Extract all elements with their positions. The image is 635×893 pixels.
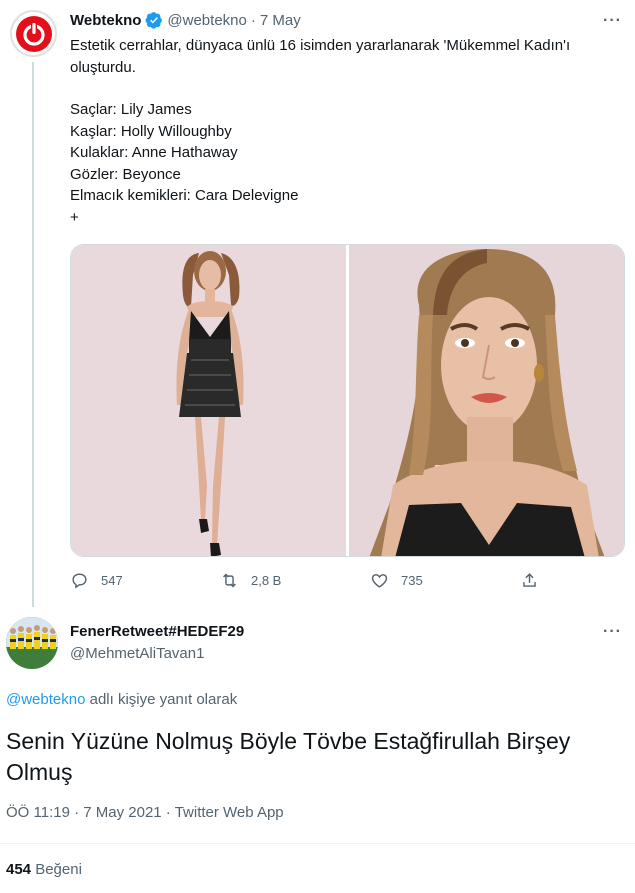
reply-text: Senin Yüzüne Nolmuş Böyle Tövbe Estağfir… — [6, 728, 571, 785]
reply-action[interactable]: 547 — [70, 571, 220, 590]
author-name[interactable]: Webtekno — [70, 12, 141, 29]
tweet-line: Gözler: Beyonce — [70, 165, 181, 183]
reply-author-handle[interactable]: @MehmetAliTavan1 — [70, 645, 204, 662]
reply-like-label: Beğeni — [31, 861, 82, 878]
tweet-line-gap — [70, 78, 615, 99]
reply-like-count: 454 — [6, 861, 32, 878]
like-action[interactable]: 735 — [370, 571, 520, 590]
divider — [0, 843, 635, 844]
reply-author-avatar[interactable] — [6, 617, 58, 669]
share-action[interactable] — [520, 571, 539, 590]
tweet-line: + — [70, 208, 79, 226]
thread-line — [32, 62, 34, 607]
reply-to-suffix: adlı kişiye yanıt olarak — [85, 691, 238, 708]
reply-icon — [72, 572, 87, 589]
like-icon — [371, 573, 388, 588]
retweet-icon — [223, 573, 236, 587]
verified-icon — [145, 11, 163, 29]
tweet-line: Elmacık kemikleri: Cara Delevigne — [70, 187, 299, 204]
full-body-photo[interactable] — [71, 245, 346, 556]
retweet-action[interactable]: 2,8 B — [220, 571, 370, 590]
tweet-header: Webtekno @webtekno · 7 May — [70, 10, 301, 30]
tweet-line: Kaşlar: Holly Willoughby — [70, 122, 232, 140]
reply-author-name[interactable]: FenerRetweet#HEDEF29 — [70, 623, 244, 640]
like-count: 735 — [401, 572, 423, 588]
replying-to: @webtekno adlı kişiye yanıt olarak — [6, 691, 237, 708]
tweet-line: Kulaklar: Anne Hathaway — [70, 144, 238, 161]
more-icon[interactable]: ··· — [603, 12, 622, 30]
tweet-text: Estetik cerrahlar, dünyaca ünlü 16 isimd… — [70, 35, 615, 228]
separator-dot: · — [250, 11, 256, 29]
reply-to-mention[interactable]: @webtekno — [6, 691, 85, 708]
webtekno-logo-icon — [15, 15, 52, 52]
author-handle[interactable]: @webtekno — [167, 12, 246, 29]
tweet-date[interactable]: 7 May — [260, 12, 301, 29]
face-closeup-photo[interactable] — [349, 245, 624, 556]
retweet-count: 2,8 B — [251, 572, 282, 588]
tweet-line: Saçlar: Lily James — [70, 101, 192, 118]
tweet-media[interactable] — [70, 244, 625, 557]
tweet-line: Estetik cerrahlar, dünyaca ünlü 16 isimd… — [70, 37, 571, 76]
more-icon[interactable]: ··· — [603, 623, 622, 641]
reply-likes[interactable]: 454 Beğeni — [6, 861, 82, 878]
share-icon — [523, 572, 536, 587]
reply-count: 547 — [101, 572, 123, 588]
reply-meta: ÖÖ 11:19 · 7 May 2021 · Twitter Web App — [6, 804, 284, 821]
tweet-actions: 547 2,8 B 735 — [70, 568, 550, 592]
original-tweet[interactable]: Webtekno @webtekno · 7 May ··· Estetik c… — [0, 0, 635, 607]
webtekno-avatar[interactable] — [10, 10, 57, 57]
